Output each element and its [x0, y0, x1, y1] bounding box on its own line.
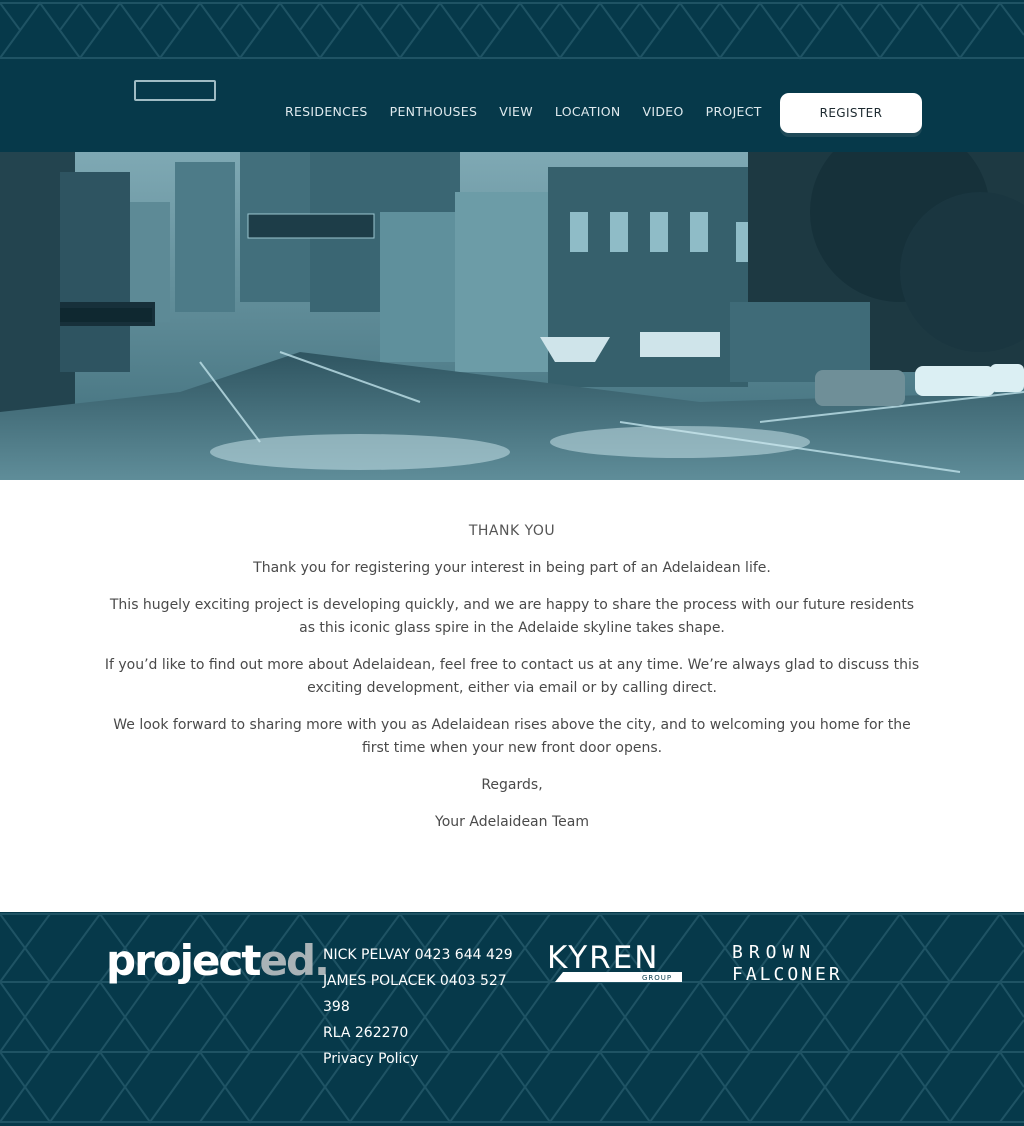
street-scene-illustration: [0, 152, 1024, 480]
main-nav: RESIDENCES PENTHOUSES VIEW LOCATION VIDE…: [285, 104, 784, 119]
brand-suffix-text: ed.: [259, 936, 331, 985]
nav-penthouses[interactable]: PENTHOUSES: [390, 104, 478, 119]
privacy-policy-link[interactable]: Privacy Policy: [323, 1046, 513, 1072]
paragraph-intro: Thank you for registering your interest …: [253, 560, 771, 576]
signoff-text: Your Adelaidean Team: [435, 814, 589, 830]
contact-nick[interactable]: NICK PELVAY 0423 644 429: [323, 942, 513, 968]
kyren-group-logo[interactable]: KYREN GROUP: [547, 940, 687, 986]
kyren-group-text: GROUP: [642, 974, 672, 982]
logo-outline-icon[interactable]: [134, 80, 216, 101]
site-header: RESIDENCES PENTHOUSES VIEW LOCATION VIDE…: [0, 0, 1024, 152]
nav-view[interactable]: VIEW: [499, 104, 533, 119]
partner-line1-text: BROWN: [732, 942, 816, 963]
nav-residences[interactable]: RESIDENCES: [285, 104, 368, 119]
contact-james[interactable]: JAMES POLACEK 0403 527 398: [323, 968, 513, 1020]
thank-you-content: THANK YOU Thank you for registering your…: [100, 520, 924, 848]
hero-image: [0, 152, 1024, 480]
paragraph-project: This hugely exciting project is developi…: [109, 597, 915, 636]
nav-location[interactable]: LOCATION: [555, 104, 621, 119]
footer-contacts: NICK PELVAY 0423 644 429 JAMES POLACEK 0…: [323, 942, 513, 1072]
brown-falconer-logo[interactable]: BROWN FALCONER: [732, 940, 907, 986]
register-button[interactable]: REGISTER: [780, 93, 922, 133]
rla-number: RLA 262270: [323, 1025, 409, 1041]
paragraph-contact: If you’d like to find out more about Ade…: [104, 657, 920, 696]
kyren-name-text: KYREN: [547, 940, 659, 976]
page-title: THANK YOU: [468, 523, 556, 539]
nav-video[interactable]: VIDEO: [643, 104, 684, 119]
nav-project[interactable]: PROJECT: [706, 104, 762, 119]
projected-logo[interactable]: projected.: [106, 936, 331, 985]
paragraph-future: We look forward to sharing more with you…: [113, 717, 911, 756]
partner-line2-text: FALCONER: [732, 964, 843, 985]
regards-text: Regards,: [481, 777, 543, 793]
brand-main-text: project: [106, 936, 261, 985]
